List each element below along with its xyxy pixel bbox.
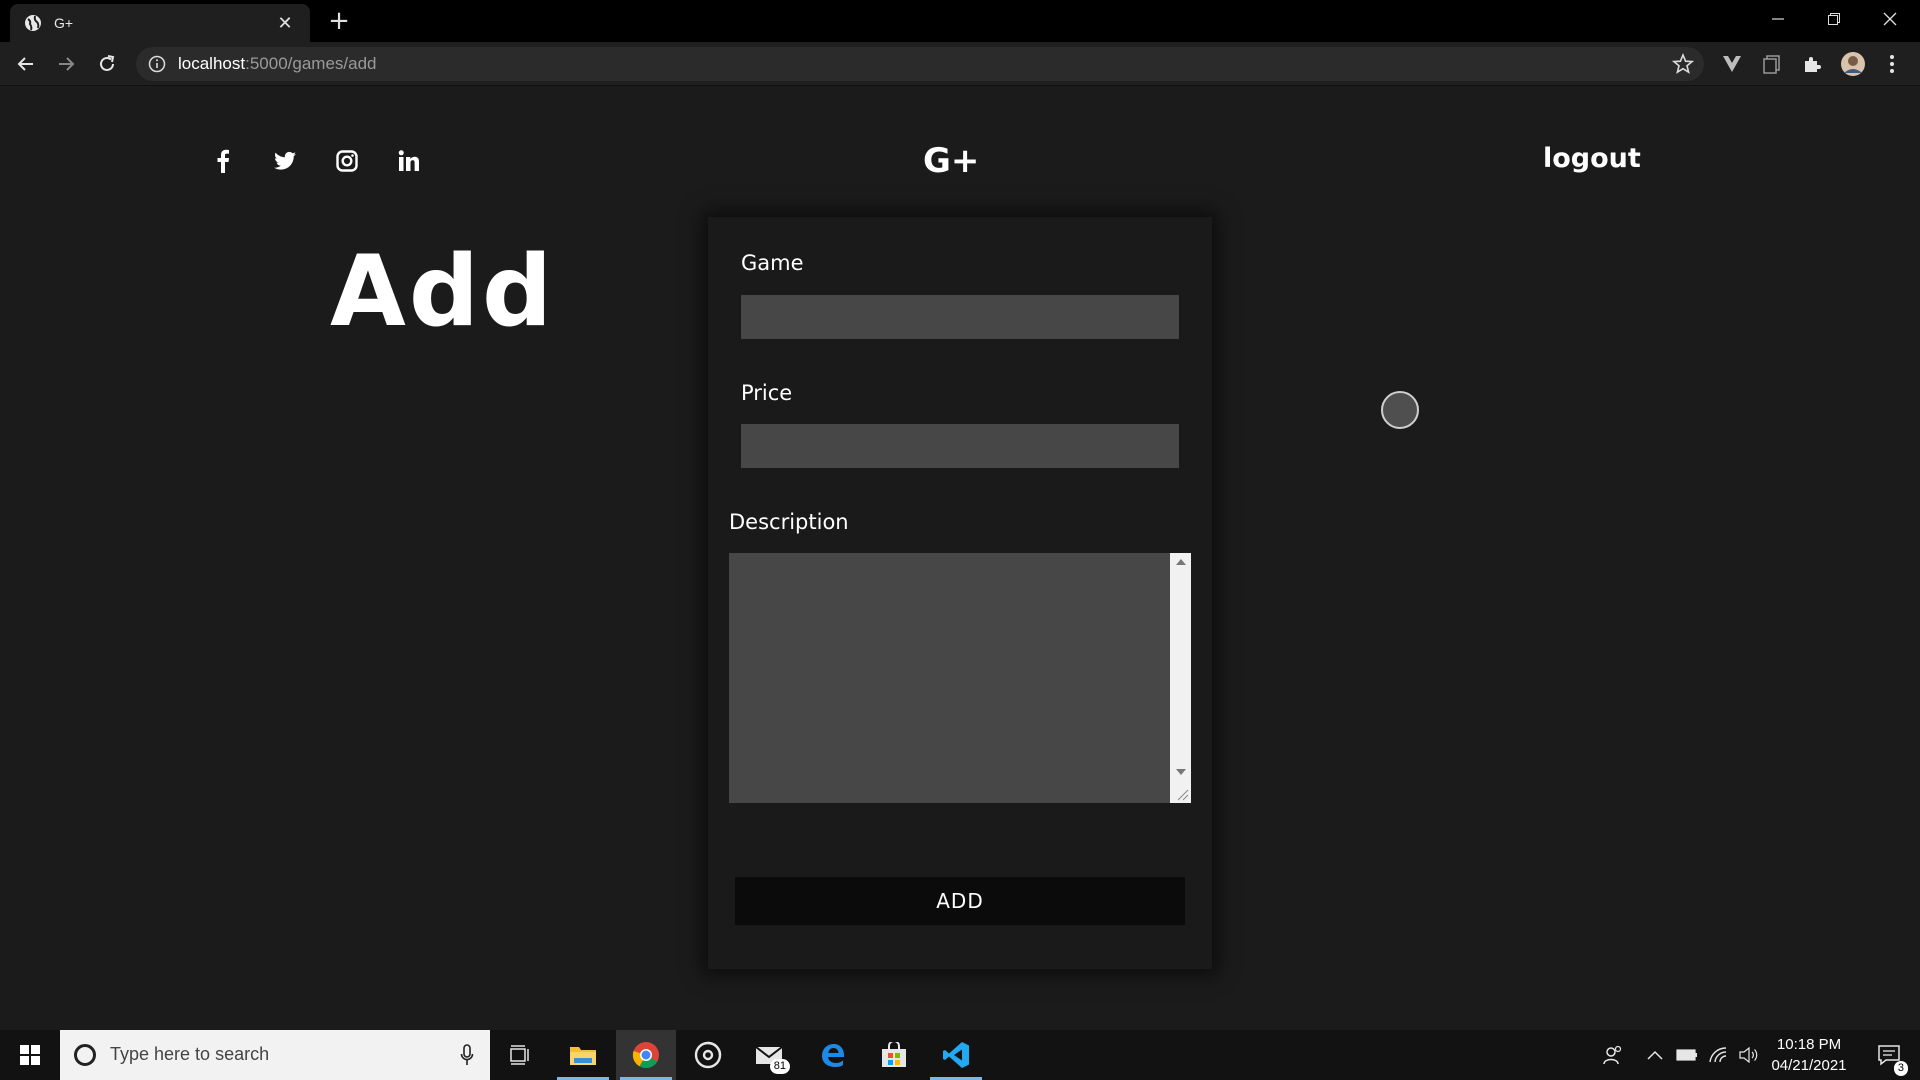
mail-icon[interactable]: 81 [740,1030,800,1080]
notification-count-badge: 3 [1893,1061,1908,1076]
extensions-puzzle-icon[interactable] [1798,50,1826,78]
taskbar-search-placeholder: Type here to search [110,1044,270,1064]
address-bar[interactable]: localhost:5000/games/add [136,47,1704,81]
cortana-icon [74,1044,96,1066]
twitter-icon[interactable] [274,150,296,172]
profile-avatar[interactable] [1839,50,1867,78]
bookmark-star-icon[interactable] [1671,52,1695,75]
edge-icon[interactable] [802,1030,862,1080]
microsoft-store-icon[interactable] [864,1030,924,1080]
groove-music-icon[interactable] [678,1030,738,1080]
brand-logo[interactable]: G+ [923,141,979,181]
reload-icon[interactable] [93,50,121,78]
task-view-icon[interactable] [490,1030,550,1080]
description-textarea[interactable] [729,553,1169,803]
add-button[interactable]: ADD [735,877,1185,925]
social-links [212,149,420,173]
minimize-window-button[interactable] [1750,0,1806,38]
globe-icon [24,14,42,32]
facebook-icon[interactable] [212,149,234,173]
clock-time: 10:18 PM [1776,1036,1842,1053]
show-hidden-icons-chevron-icon[interactable] [1640,1030,1670,1080]
page-content: G+ logout Add Game Price Description ADD [0,87,1920,1030]
vuetify-extension-icon[interactable] [1718,50,1746,78]
taskbar-clock[interactable]: 10:18 PM 04/21/2021 [1764,1034,1854,1076]
forward-arrow-icon[interactable] [52,50,80,78]
back-arrow-icon[interactable] [12,50,40,78]
price-input[interactable] [741,424,1179,468]
vscode-icon[interactable] [926,1030,986,1080]
wifi-icon[interactable] [1704,1030,1734,1080]
url-host: localhost [178,54,246,73]
microphone-icon[interactable] [460,1044,474,1066]
site-info-icon[interactable] [148,55,166,73]
linkedin-icon[interactable] [398,150,420,172]
clock-date: 04/21/2021 [1771,1057,1847,1074]
close-window-button[interactable] [1862,0,1918,38]
game-label: Game [741,251,804,275]
url-path: :5000/games/add [245,54,377,73]
description-scrollbar[interactable] [1170,553,1191,803]
logout-link[interactable]: logout [1543,143,1641,174]
browser-toolbar: localhost:5000/games/add [0,42,1920,86]
taskbar-search-box[interactable]: Type here to search [60,1030,490,1080]
windows-start-button[interactable] [0,1030,60,1080]
instagram-icon[interactable] [336,150,358,172]
resize-grip-icon[interactable] [1175,787,1189,801]
chrome-icon[interactable] [616,1030,676,1080]
volume-icon[interactable] [1734,1030,1764,1080]
action-center-icon[interactable]: 3 [1864,1030,1914,1080]
new-tab-button[interactable]: + [324,6,354,36]
browser-tab[interactable]: G+ ✕ [10,4,310,42]
windows-taskbar: Type here to search 81 10:18 PM 04/21/20… [0,1030,1920,1080]
clipboard-extension-icon[interactable] [1758,50,1786,78]
scroll-down-arrow-icon[interactable] [1176,769,1186,775]
url-text: localhost:5000/games/add [178,54,377,74]
browser-tab-strip: G+ ✕ + [0,0,1920,42]
people-icon[interactable] [1596,1030,1630,1080]
tab-title: G+ [54,15,74,31]
restore-window-button[interactable] [1806,0,1862,38]
price-label: Price [741,381,793,405]
mouse-cursor [1381,391,1419,429]
mail-badge: 81 [769,1059,790,1074]
game-input[interactable] [741,295,1179,339]
add-game-form: Game Price Description ADD [708,217,1212,969]
page-title: Add [330,235,556,349]
description-label: Description [729,510,849,534]
browser-menu-icon[interactable] [1878,50,1906,78]
tab-close-icon[interactable]: ✕ [274,13,296,34]
scroll-up-arrow-icon[interactable] [1176,559,1186,565]
battery-icon[interactable] [1672,1030,1702,1080]
file-explorer-icon[interactable] [553,1030,613,1080]
description-field [729,553,1191,803]
